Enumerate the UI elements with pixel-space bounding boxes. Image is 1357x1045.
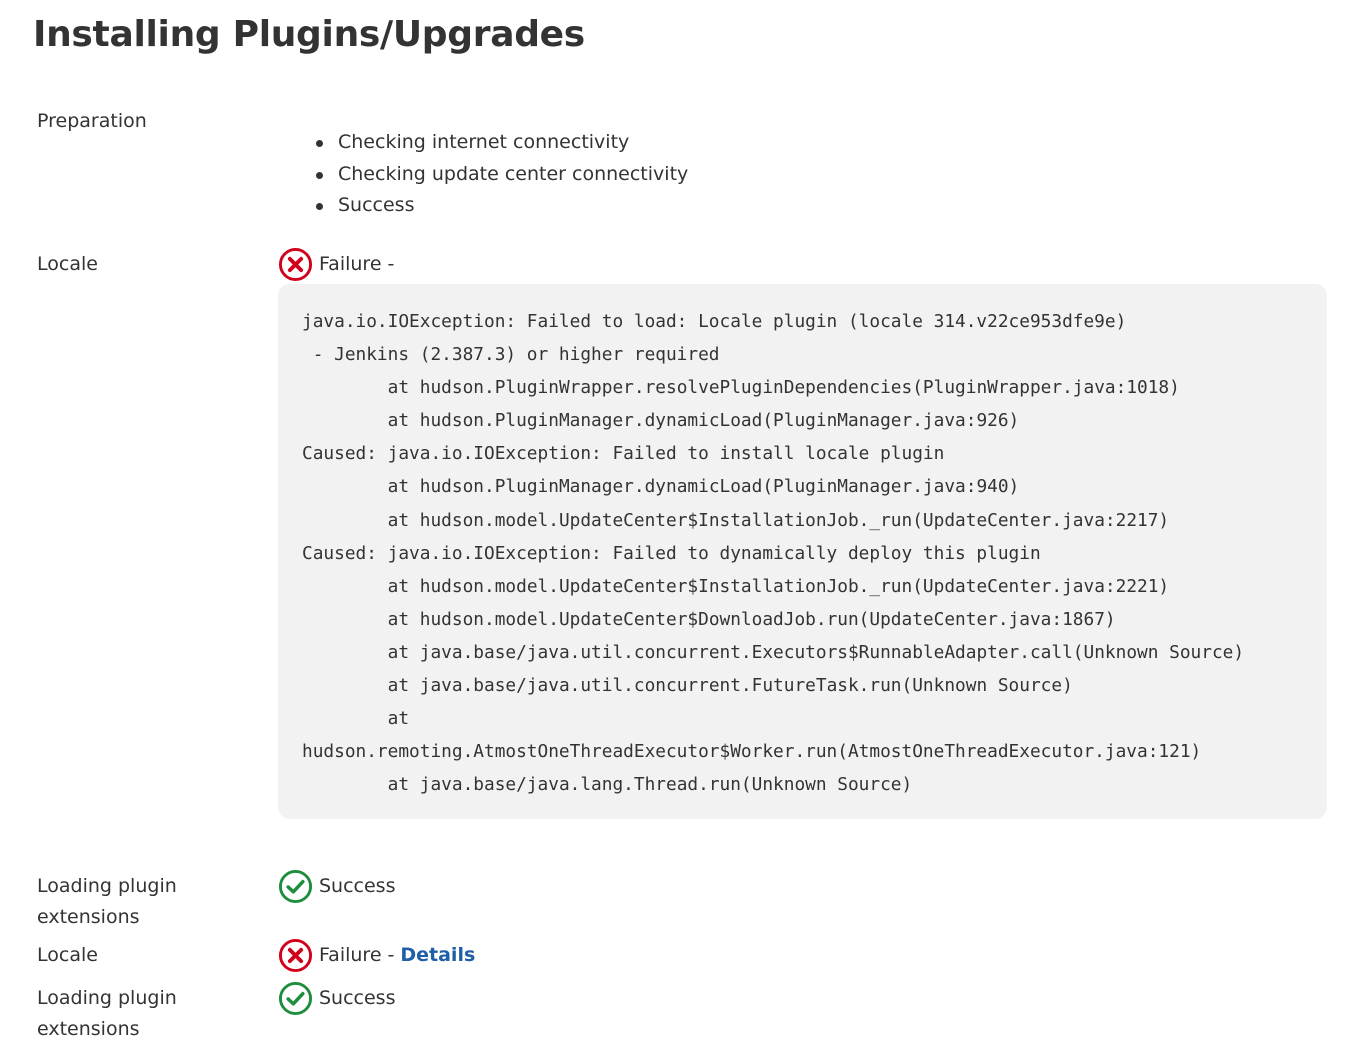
success-check-circle-icon — [278, 869, 313, 904]
locale-status: Failure - — [278, 247, 394, 282]
preparation-steps-list: Checking internet connectivity Checking … — [315, 127, 688, 222]
list-item: Checking update center connectivity — [315, 159, 688, 191]
locale-label: Locale — [37, 944, 98, 966]
status-separator: - — [387, 253, 395, 275]
loading-extensions-label: Loading plugin extensions — [37, 875, 177, 928]
list-item: Success — [315, 190, 688, 222]
error-stack-trace: java.io.IOException: Failed to load: Loc… — [278, 284, 1327, 819]
success-check-circle-icon — [278, 981, 313, 1016]
preparation-label: Preparation — [37, 110, 147, 132]
failure-x-circle-icon — [278, 247, 313, 282]
list-item: Checking internet connectivity — [315, 127, 688, 159]
status-text: Success — [319, 875, 396, 897]
details-link[interactable]: Details — [400, 940, 475, 971]
status-text: Success — [319, 987, 396, 1009]
status-separator: - — [387, 944, 395, 966]
loading-extensions-status: Success — [278, 869, 395, 904]
loading-extensions-status: Success — [278, 981, 395, 1016]
failure-x-circle-icon — [278, 938, 313, 973]
locale-label: Locale — [37, 253, 98, 275]
locale-status: Failure - Details — [278, 938, 475, 973]
status-text: Failure — [319, 944, 382, 966]
stack-trace-text: java.io.IOException: Failed to load: Loc… — [302, 311, 1245, 796]
status-text: Failure — [319, 253, 382, 275]
loading-extensions-label: Loading plugin extensions — [37, 987, 177, 1040]
page-title: Installing Plugins/Upgrades — [33, 14, 585, 55]
